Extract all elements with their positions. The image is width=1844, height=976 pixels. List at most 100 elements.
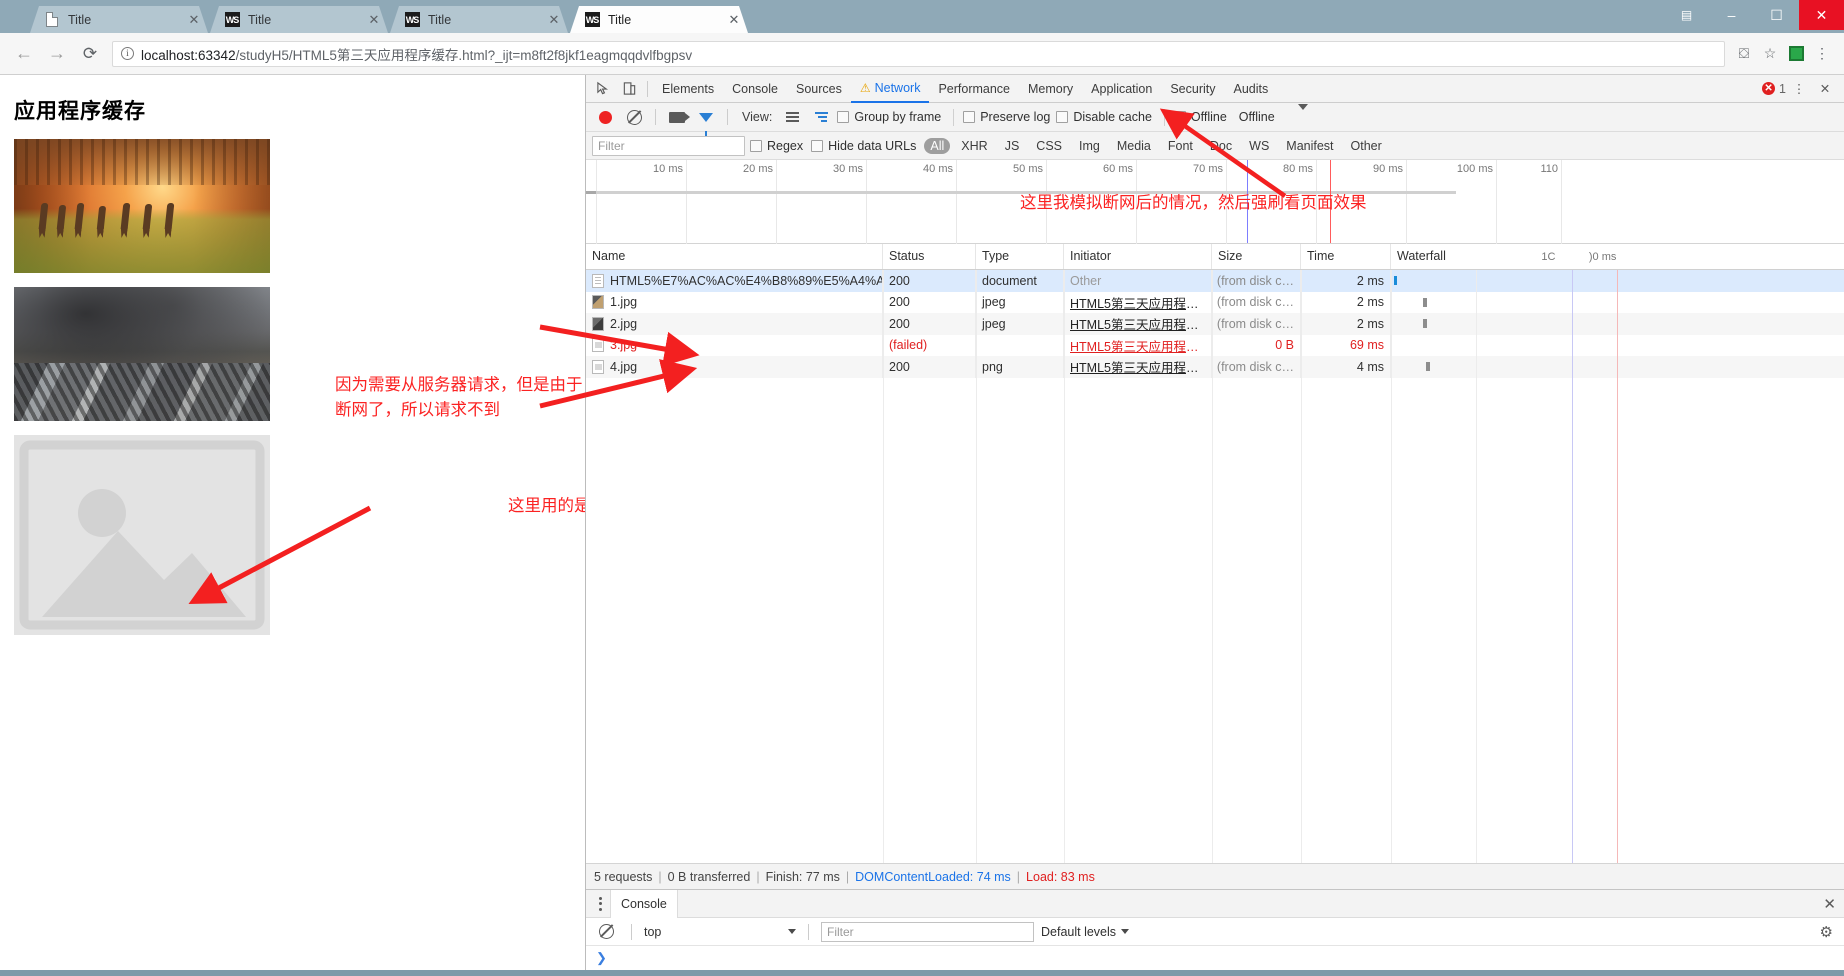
- tab-sources[interactable]: Sources: [787, 75, 851, 102]
- tab-audits[interactable]: Audits: [1224, 75, 1277, 102]
- console-context-selector[interactable]: top: [644, 925, 796, 939]
- omnibox-bar: ← → ⟳ i localhost:63342/studyH5/HTML5第三天…: [0, 33, 1844, 75]
- request-initiator[interactable]: HTML5第三天应用程序…: [1070, 314, 1205, 333]
- request-initiator-cell[interactable]: HTML5第三天应用程序…: [1064, 291, 1212, 313]
- table-row[interactable]: 1.jpg 200 jpeg HTML5第三天应用程序… (from disk …: [586, 291, 1844, 313]
- close-window-button[interactable]: ✕: [1799, 0, 1844, 30]
- column-header-type[interactable]: Type: [976, 244, 1064, 269]
- console-filter-input[interactable]: Filter: [821, 921, 1034, 942]
- drawer-close-icon[interactable]: ✕: [1823, 895, 1836, 913]
- request-name-cell[interactable]: 4.jpg: [586, 356, 883, 378]
- table-row[interactable]: 4.jpg 200 png HTML5第三天应用程序… (from disk c…: [586, 356, 1844, 378]
- drawer-menu-icon[interactable]: [590, 892, 610, 916]
- disable-cache-checkbox[interactable]: Disable cache: [1056, 110, 1152, 124]
- browser-tab-3[interactable]: WS Title ✕: [390, 6, 568, 33]
- filter-type-css[interactable]: CSS: [1030, 138, 1068, 154]
- throttling-value[interactable]: Offline: [1239, 110, 1275, 124]
- filter-type-ws[interactable]: WS: [1243, 138, 1275, 154]
- jpeg-file-icon: [592, 316, 604, 331]
- menu-icon[interactable]: ⋮: [1809, 41, 1835, 67]
- tab-performance[interactable]: Performance: [929, 75, 1019, 102]
- close-icon[interactable]: ✕: [546, 12, 562, 28]
- translate-icon[interactable]: ⛋: [1731, 41, 1757, 67]
- column-header-name[interactable]: Name: [586, 244, 883, 269]
- column-header-waterfall[interactable]: Waterfall 1C )0 ms: [1391, 244, 1844, 269]
- star-icon[interactable]: ☆: [1757, 41, 1783, 67]
- request-name-cell[interactable]: HTML5%E7%AC%AC%E4%B8%89%E5%A4%A...: [586, 270, 883, 292]
- user-profile-icon[interactable]: ▤: [1664, 0, 1709, 30]
- browser-tab-1[interactable]: Title ✕: [30, 6, 208, 33]
- tab-elements[interactable]: Elements: [653, 75, 723, 102]
- table-row[interactable]: 2.jpg 200 jpeg HTML5第三天应用程序… (from disk …: [586, 313, 1844, 335]
- preserve-log-checkbox[interactable]: Preserve log: [963, 110, 1050, 124]
- tab-console[interactable]: Console: [723, 75, 787, 102]
- request-name-cell[interactable]: 3.jpg: [586, 334, 883, 356]
- table-row[interactable]: HTML5%E7%AC%AC%E4%B8%89%E5%A4%A... 200 d…: [586, 270, 1844, 292]
- column-header-time[interactable]: Time: [1301, 244, 1391, 269]
- reload-icon[interactable]: ⟳: [75, 39, 105, 69]
- column-header-size[interactable]: Size: [1212, 244, 1301, 269]
- record-button[interactable]: [592, 105, 618, 129]
- filter-type-other[interactable]: Other: [1345, 138, 1388, 154]
- timeline-tick: 50 ms: [1013, 163, 1043, 175]
- filter-type-img[interactable]: Img: [1073, 138, 1106, 154]
- filter-type-xhr[interactable]: XHR: [955, 138, 993, 154]
- devtools-close-icon[interactable]: ✕: [1812, 77, 1838, 101]
- column-header-initiator[interactable]: Initiator: [1064, 244, 1212, 269]
- device-toolbar-icon[interactable]: [616, 77, 642, 101]
- tab-memory[interactable]: Memory: [1019, 75, 1082, 102]
- filter-type-media[interactable]: Media: [1111, 138, 1157, 154]
- request-type: [976, 334, 1064, 356]
- filter-type-all[interactable]: All: [924, 137, 951, 154]
- throttling-dropdown-icon[interactable]: [1297, 104, 1308, 124]
- extension-icon[interactable]: [1783, 41, 1809, 67]
- filter-type-font[interactable]: Font: [1162, 138, 1199, 154]
- filter-type-js[interactable]: JS: [999, 138, 1026, 154]
- waterfall-view-icon[interactable]: [808, 105, 834, 129]
- request-name-cell[interactable]: 2.jpg: [586, 313, 883, 335]
- filter-type-doc[interactable]: Doc: [1204, 138, 1238, 154]
- gear-icon[interactable]: ⚙: [1820, 923, 1833, 941]
- request-initiator[interactable]: HTML5第三天应用程序…: [1070, 293, 1205, 312]
- tab-application[interactable]: Application: [1082, 75, 1161, 102]
- column-header-status[interactable]: Status: [883, 244, 976, 269]
- console-levels-selector[interactable]: Default levels: [1041, 925, 1130, 939]
- request-initiator-cell[interactable]: HTML5第三天应用程序…: [1064, 334, 1212, 356]
- page-info-icon[interactable]: i: [121, 47, 134, 60]
- forward-icon[interactable]: →: [42, 39, 72, 69]
- browser-tab-2[interactable]: WS Title ✕: [210, 6, 388, 33]
- capture-screenshots-icon[interactable]: [664, 105, 690, 129]
- request-initiator-cell[interactable]: HTML5第三天应用程序…: [1064, 356, 1212, 378]
- request-name-cell[interactable]: 1.jpg: [586, 291, 883, 313]
- maximize-button[interactable]: ☐: [1754, 0, 1799, 30]
- close-icon[interactable]: ✕: [366, 12, 382, 28]
- filter-type-manifest[interactable]: Manifest: [1280, 138, 1339, 154]
- tab-network[interactable]: ⚠ Network: [850, 75, 930, 103]
- list-view-icon[interactable]: [779, 105, 805, 129]
- network-filter-input[interactable]: Filter: [592, 135, 745, 156]
- close-icon[interactable]: ✕: [186, 12, 202, 28]
- regex-checkbox[interactable]: Regex: [750, 139, 803, 153]
- offline-checkbox[interactable]: Offline: [1173, 110, 1227, 124]
- hide-data-urls-checkbox[interactable]: Hide data URLs: [811, 139, 916, 153]
- clear-console-icon[interactable]: [593, 920, 619, 944]
- close-icon[interactable]: ✕: [726, 12, 742, 28]
- error-count-badge[interactable]: ✕ 1: [1762, 82, 1786, 96]
- drawer-tab-console[interactable]: Console: [610, 889, 678, 918]
- minimize-button[interactable]: –: [1709, 0, 1754, 30]
- request-initiator-cell[interactable]: HTML5第三天应用程序…: [1064, 313, 1212, 335]
- inspect-element-icon[interactable]: [590, 77, 616, 101]
- browser-tab-4-active[interactable]: WS Title ✕: [570, 6, 748, 33]
- devtools-menu-icon[interactable]: ⋮: [1786, 77, 1812, 101]
- filter-funnel-icon[interactable]: [693, 105, 719, 136]
- offline-label: Offline: [1190, 110, 1227, 124]
- back-icon[interactable]: ←: [9, 39, 39, 69]
- table-row[interactable]: 3.jpg (failed) HTML5第三天应用程序… 0 B 69 ms: [586, 334, 1844, 356]
- request-initiator[interactable]: HTML5第三天应用程序…: [1070, 357, 1205, 376]
- group-by-frame-checkbox[interactable]: Group by frame: [837, 110, 941, 124]
- console-prompt[interactable]: ❯: [586, 946, 1844, 970]
- clear-network-log-icon[interactable]: [621, 105, 647, 129]
- tab-security[interactable]: Security: [1161, 75, 1224, 102]
- request-initiator[interactable]: HTML5第三天应用程序…: [1070, 336, 1205, 355]
- address-bar[interactable]: i localhost:63342/studyH5/HTML5第三天应用程序缓存…: [112, 40, 1725, 67]
